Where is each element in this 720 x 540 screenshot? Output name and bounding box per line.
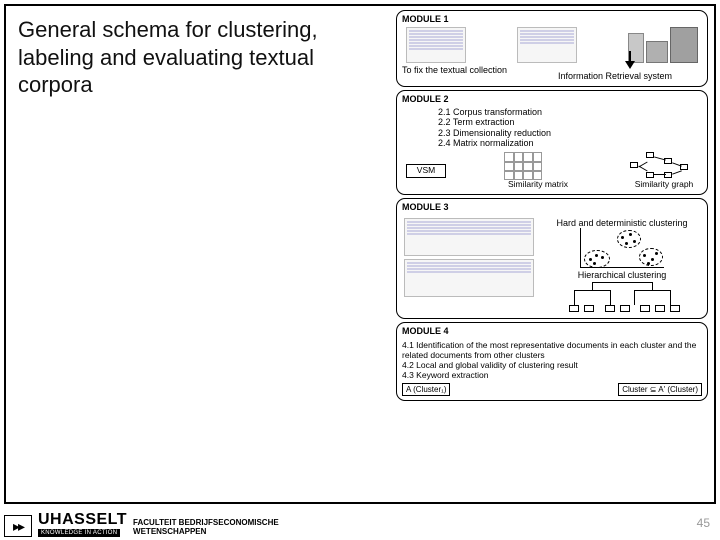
module-1-left-label: To fix the textual collection xyxy=(402,65,546,75)
knowledge-in-action-tag: KNOWLEDGE IN ACTION xyxy=(38,529,120,537)
module-4-title: MODULE 4 xyxy=(402,326,702,336)
module-3: MODULE 3 Hard and deterministic clusteri… xyxy=(396,198,708,319)
cluster-subset-a: A (Cluster₁) xyxy=(402,383,450,396)
m4-item: 4.3 Keyword extraction xyxy=(402,370,702,380)
module-2: MODULE 2 2.1 Corpus transformation 2.2 T… xyxy=(396,90,708,195)
module-4: MODULE 4 4.1 Identification of the most … xyxy=(396,322,708,401)
m2-item: 2.3 Dimensionality reduction xyxy=(438,128,702,138)
module-1-right-label: Information Retrieval system xyxy=(558,71,702,81)
uhasselt-logo: UHASSELT xyxy=(38,511,127,529)
slide-title: General schema for clustering, labeling … xyxy=(18,16,378,99)
hard-clustering-label: Hard and deterministic clustering xyxy=(544,218,700,228)
server-icon xyxy=(628,27,698,63)
m2-item: 2.4 Matrix normalization xyxy=(438,138,702,148)
faculty-line-2: WETENSCHAPPEN xyxy=(133,528,279,537)
module-1-title: MODULE 1 xyxy=(402,14,702,24)
diagram-column: MODULE 1 To fix the textual collection xyxy=(396,10,708,401)
results-window-icon xyxy=(404,218,534,256)
m2-item: 2.2 Term extraction xyxy=(438,117,702,127)
module-2-title: MODULE 2 xyxy=(402,94,702,104)
m4-item: 4.2 Local and global validity of cluster… xyxy=(402,360,702,370)
cluster-subset-all: Cluster ⊆ A' (Cluster) xyxy=(618,383,702,396)
hierarchical-clustering-label: Hierarchical clustering xyxy=(544,270,700,280)
scatter-plot-icon xyxy=(580,228,664,268)
page-number: 45 xyxy=(697,516,710,530)
similarity-graph-icon xyxy=(630,152,690,180)
similarity-matrix-icon xyxy=(504,152,542,180)
dendrogram-icon xyxy=(562,280,682,312)
arrow-down-icon xyxy=(625,61,635,69)
results-window-icon xyxy=(404,259,534,297)
faculty-label: FACULTEIT BEDRIJFSECONOMISCHE WETENSCHAP… xyxy=(133,519,279,537)
corpus-list-icon xyxy=(406,27,466,63)
skip-forward-icon[interactable]: ▸▸ xyxy=(4,515,32,537)
m4-item: 4.1 Identification of the most represent… xyxy=(402,340,702,360)
module-3-title: MODULE 3 xyxy=(402,202,702,212)
module-1: MODULE 1 To fix the textual collection xyxy=(396,10,708,87)
m2-item: 2.1 Corpus transformation xyxy=(438,107,702,117)
similarity-matrix-label: Similarity matrix xyxy=(504,180,572,190)
vsm-box: VSM xyxy=(406,164,446,178)
document-browser-icon xyxy=(517,27,577,63)
footer: ▸▸ UHASSELT KNOWLEDGE IN ACTION FACULTEI… xyxy=(4,511,279,537)
slide-frame: General schema for clustering, labeling … xyxy=(4,4,716,504)
similarity-graph-label: Similarity graph xyxy=(630,180,698,190)
